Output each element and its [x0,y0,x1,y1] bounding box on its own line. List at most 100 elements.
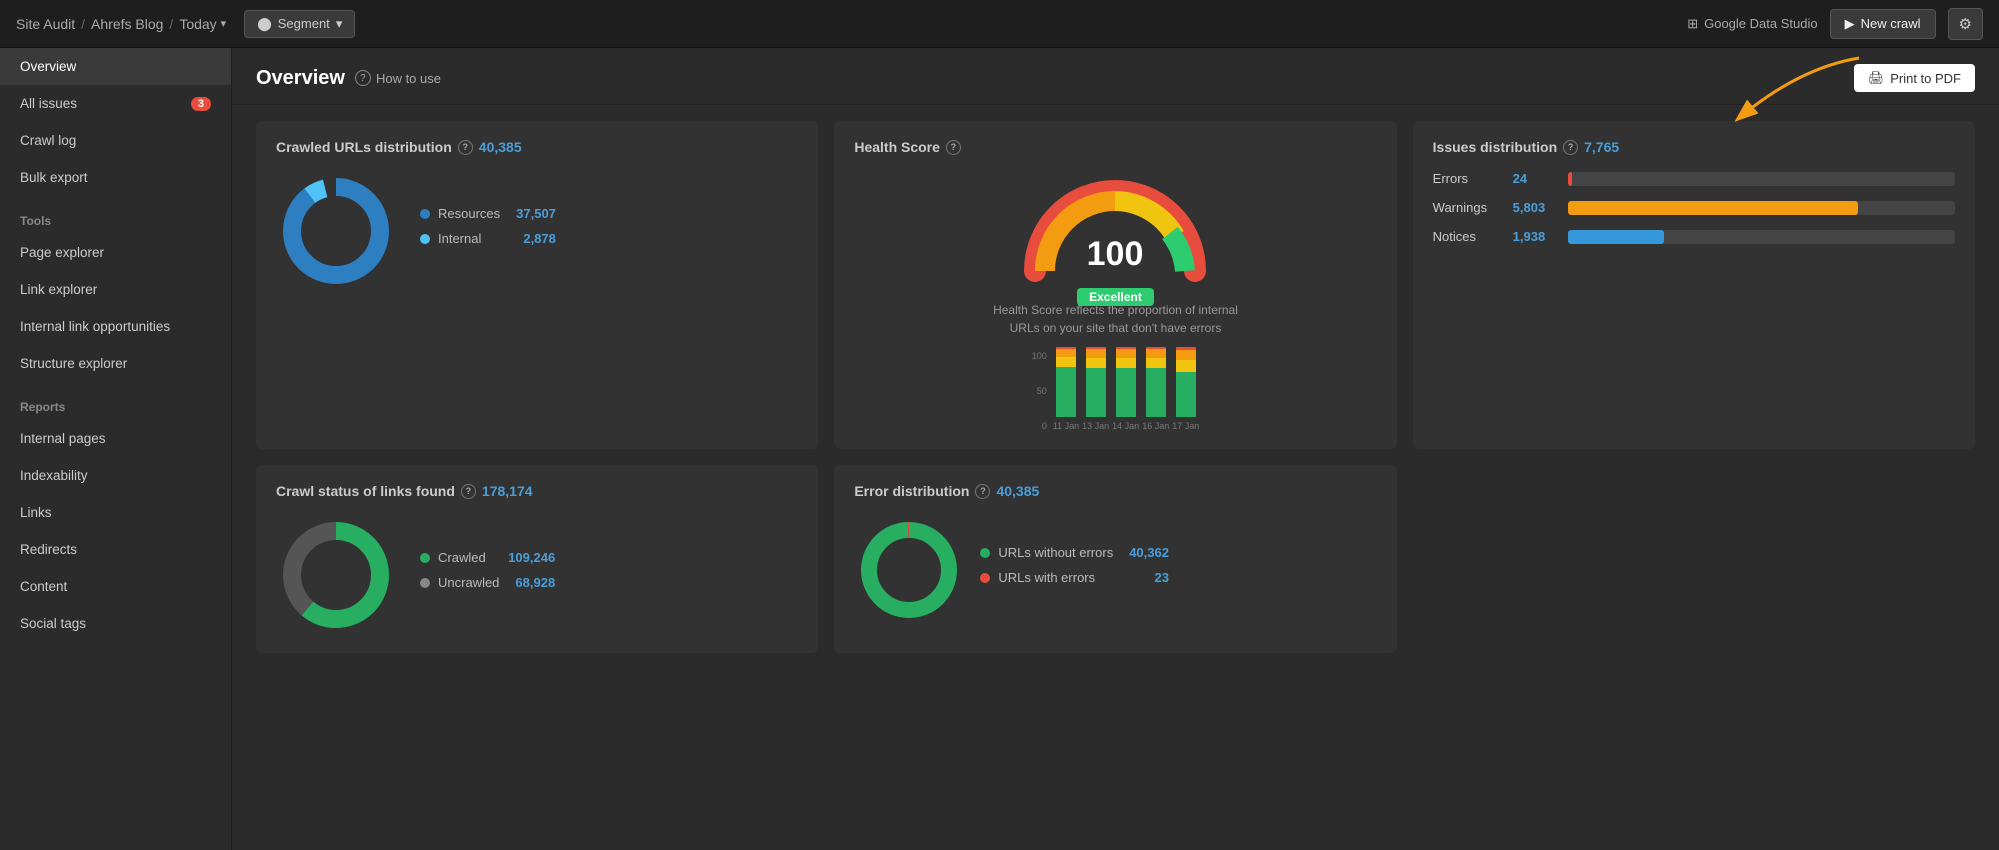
crawl-status-legend: Crawled 109,246 Uncrawled 68,928 [420,550,555,600]
topbar-right: ⊞ Google Data Studio ▶ New crawl ⚙ [1687,8,1983,40]
uncrawled-legend-item: Uncrawled 68,928 [420,575,555,590]
settings-button[interactable]: ⚙ [1948,8,1983,40]
issues-distribution-card: Issues distribution ? 7,765 Errors 24 Wa… [1413,121,1975,449]
health-gauge: 100 Excellent [1015,171,1215,281]
sidebar: Overview All issues 3 Crawl log Bulk exp… [0,48,232,850]
question-icon: ? [461,484,476,499]
crawled-urls-content: Resources 37,507 Internal 2,878 [276,171,798,291]
notices-bar [1568,230,1665,244]
sidebar-item-content[interactable]: Content [0,568,231,605]
all-issues-badge: 3 [191,97,211,111]
tools-section-label: Tools [0,196,231,234]
errors-bar-wrap [1568,172,1955,186]
gear-icon: ⚙ [1959,16,1972,33]
svg-text:100: 100 [1087,235,1144,273]
no-errors-dot [980,548,990,558]
gds-icon: ⊞ [1687,16,1698,32]
sidebar-item-bulk-export[interactable]: Bulk export [0,159,231,196]
question-icon: ? [1563,140,1578,155]
question-icon: ? [355,70,371,86]
chevron-down-icon: ▾ [336,16,343,32]
sidebar-item-indexability[interactable]: Indexability [0,457,231,494]
breadcrumb-blog: Ahrefs Blog [91,16,163,32]
health-score-content: 100 Excellent Health Score reflects the … [854,171,1376,431]
issues-distribution-title: Issues distribution ? 7,765 [1433,139,1955,155]
sidebar-item-links[interactable]: Links [0,494,231,531]
notices-row: Notices 1,938 [1433,229,1955,244]
crawled-dot [420,553,430,563]
print-icon: 🖨 [1868,70,1885,86]
crawl-status-donut [276,515,396,635]
resources-legend-item: Resources 37,507 [420,206,556,221]
main-layout: Overview All issues 3 Crawl log Bulk exp… [0,48,1999,850]
sidebar-item-social-tags[interactable]: Social tags [0,605,231,642]
error-distribution-title: Error distribution ? 40,385 [854,483,1376,499]
new-crawl-button[interactable]: ▶ New crawl [1830,9,1936,39]
uncrawled-dot [420,578,430,588]
notices-bar-wrap [1568,230,1955,244]
how-to-use-link[interactable]: ? How to use [355,70,441,86]
with-errors-legend-item: URLs with errors 23 [980,570,1169,585]
bar-col-2: 13 Jan [1082,347,1109,431]
health-bar-chart: 100 50 0 11 Jan [1032,347,1200,431]
health-score-badge: Excellent [1077,288,1154,306]
page-title: Overview [256,67,345,90]
crawled-urls-donut [276,171,396,291]
sidebar-item-page-explorer[interactable]: Page explorer [0,234,231,271]
cards-grid: Crawled URLs distribution ? 40,385 [232,105,1999,669]
health-score-title: Health Score ? [854,139,1376,155]
sidebar-item-all-issues[interactable]: All issues 3 [0,85,231,122]
crawled-legend-item: Crawled 109,246 [420,550,555,565]
bar-col-3: 14 Jan [1112,347,1139,431]
health-score-card: Health Score ? 100 [834,121,1396,449]
sidebar-item-internal-pages[interactable]: Internal pages [0,420,231,457]
question-icon: ? [458,140,473,155]
crawl-status-title: Crawl status of links found ? 178,174 [276,483,798,499]
error-donut [854,515,964,625]
error-dist-content: URLs without errors 40,362 URLs with err… [854,515,1376,625]
header-left: Overview ? How to use [256,67,441,90]
play-icon: ▶ [1845,16,1855,32]
errors-bar [1568,172,1572,186]
errors-row: Errors 24 [1433,171,1955,186]
bar-columns: 11 Jan 13 Jan [1053,347,1199,431]
sidebar-item-crawl-log[interactable]: Crawl log [0,122,231,159]
health-score-description: Health Score reflects the proportion of … [993,301,1238,337]
warnings-bar [1568,201,1858,215]
crawled-urls-card: Crawled URLs distribution ? 40,385 [256,121,818,449]
bar-col-1: 11 Jan [1053,347,1079,431]
bar-col-4: 16 Jan [1142,347,1169,431]
breadcrumb-today[interactable]: Today ▾ [179,16,226,32]
sidebar-item-redirects[interactable]: Redirects [0,531,231,568]
issues-list: Errors 24 Warnings 5,803 N [1433,171,1955,244]
main-content: Overview ? How to use 🖨 Print to PDF Cra… [232,48,1999,850]
internal-legend-item: Internal 2,878 [420,231,556,246]
warnings-bar-wrap [1568,201,1955,215]
reports-section-label: Reports [0,382,231,420]
breadcrumb: Site Audit / Ahrefs Blog / Today ▾ ⬤ Seg… [16,10,355,38]
sidebar-item-overview[interactable]: Overview [0,48,231,85]
crawl-status-card: Crawl status of links found ? 178,174 [256,465,818,653]
google-data-studio-link[interactable]: ⊞ Google Data Studio [1687,16,1817,32]
with-errors-dot [980,573,990,583]
question-icon: ? [975,484,990,499]
no-errors-legend-item: URLs without errors 40,362 [980,545,1169,560]
bar-col-5: 17 Jan [1172,347,1199,431]
internal-dot [420,234,430,244]
question-icon: ? [946,140,961,155]
chevron-down-icon: ▾ [221,17,227,30]
crawled-urls-legend: Resources 37,507 Internal 2,878 [420,206,556,256]
resources-dot [420,209,430,219]
crawled-urls-title: Crawled URLs distribution ? 40,385 [276,139,798,155]
sidebar-item-internal-link-opportunities[interactable]: Internal link opportunities [0,308,231,345]
segment-button[interactable]: ⬤ Segment ▾ [244,10,355,38]
error-distribution-card: Error distribution ? 40,385 [834,465,1396,653]
error-dist-legend: URLs without errors 40,362 URLs with err… [980,545,1169,595]
sidebar-item-link-explorer[interactable]: Link explorer [0,271,231,308]
main-header: Overview ? How to use 🖨 Print to PDF [232,48,1999,105]
sidebar-item-structure-explorer[interactable]: Structure explorer [0,345,231,382]
print-to-pdf-button[interactable]: 🖨 Print to PDF [1854,64,1975,92]
topbar: Site Audit / Ahrefs Blog / Today ▾ ⬤ Seg… [0,0,1999,48]
crawl-status-content: Crawled 109,246 Uncrawled 68,928 [276,515,798,635]
warnings-row: Warnings 5,803 [1433,200,1955,215]
